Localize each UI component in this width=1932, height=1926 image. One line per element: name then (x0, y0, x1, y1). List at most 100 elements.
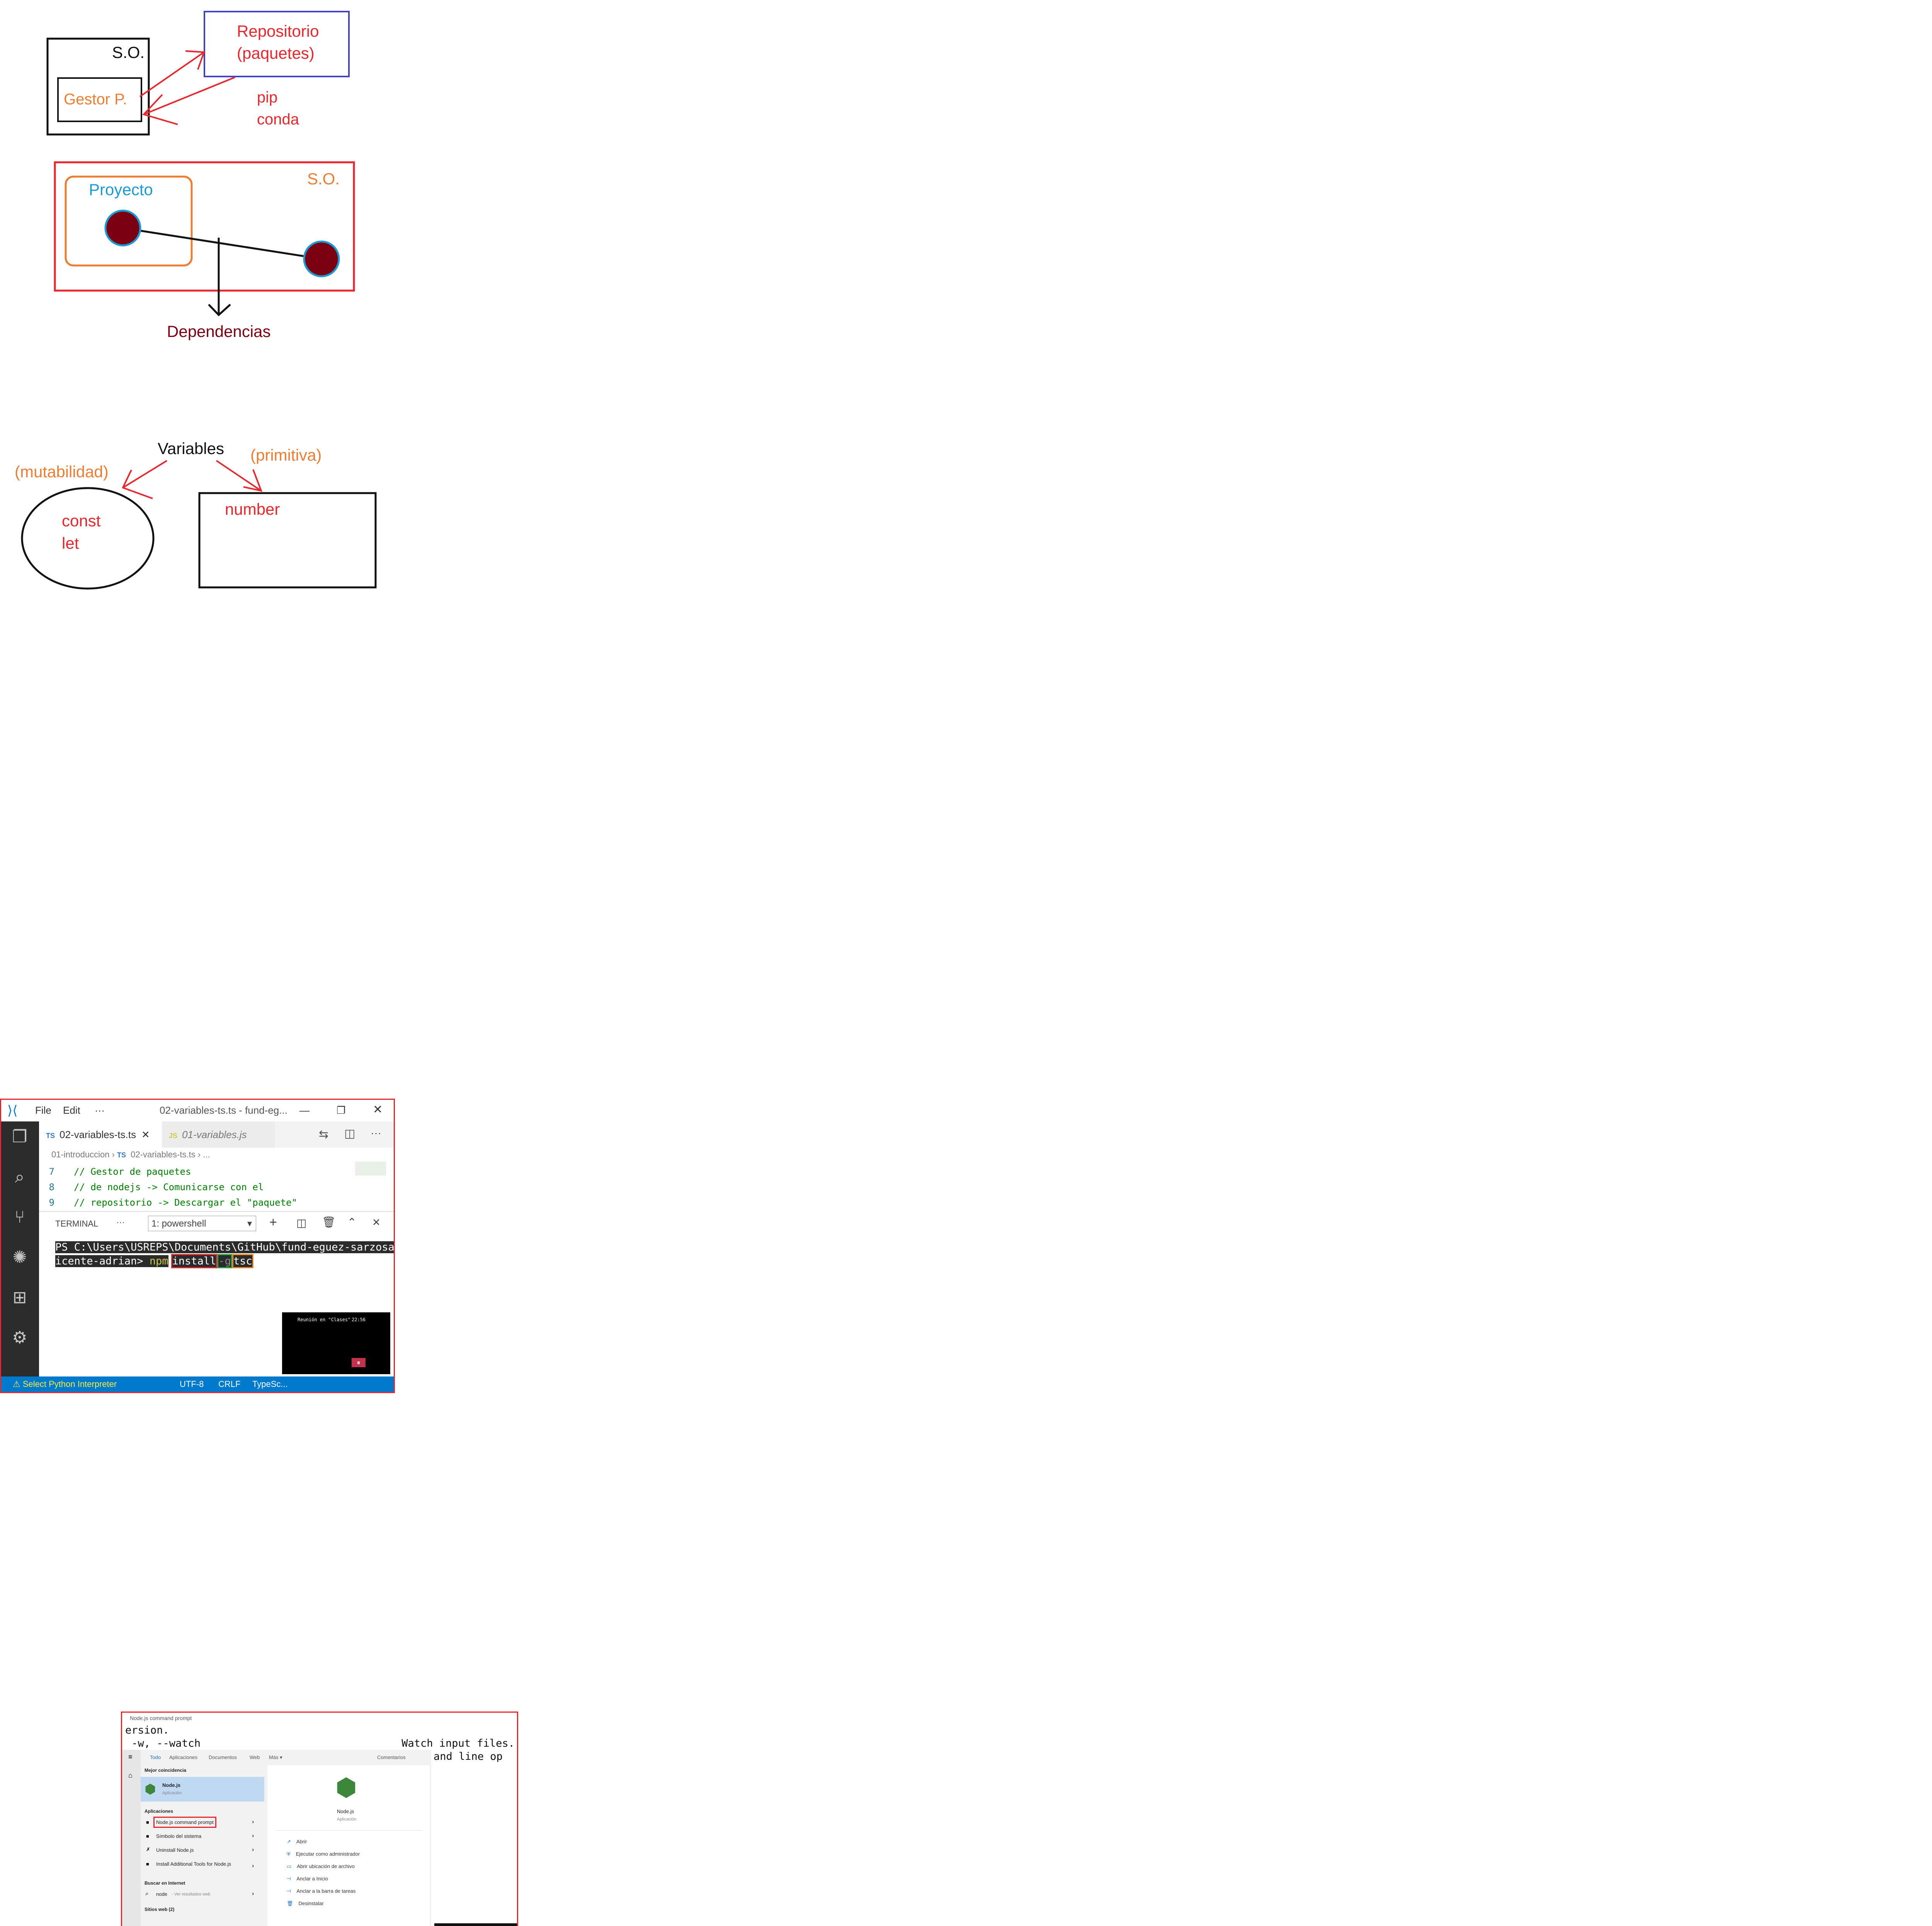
typescript-icon: TS (46, 1132, 55, 1140)
tab-02-variables-ts[interactable]: TS 02-variables-ts.ts ✕ (39, 1121, 162, 1148)
hang-up-icon[interactable]: ☎ (352, 1358, 366, 1367)
meeting-overlay: Reunión en "Clases" 22:56 ☎ (282, 1312, 390, 1374)
action-pin-taskbar[interactable]: ⊣ Anclar a la barra de tareas (287, 1888, 356, 1894)
split-editor-icon[interactable]: ◫ (344, 1127, 355, 1140)
trash-icon[interactable]: 🗑 (322, 1216, 336, 1228)
action-label: Desinstalar (298, 1900, 324, 1906)
close-panel-icon[interactable]: ✕ (372, 1217, 381, 1228)
let-label: let (62, 534, 79, 552)
search-tab-apps[interactable]: Aplicaciones (169, 1754, 197, 1760)
tab-close-icon[interactable]: ✕ (141, 1129, 150, 1140)
web-search-item[interactable]: ⌕ node - Ver resultados web › (141, 1889, 257, 1900)
explorer-icon[interactable]: ❐ (10, 1127, 30, 1147)
status-encoding[interactable]: UTF-8 (180, 1376, 204, 1392)
trash-icon: 🗑 (287, 1900, 293, 1906)
hamburger-menu-icon[interactable]: ≡ (128, 1753, 133, 1761)
console-icon: ■ (146, 1861, 149, 1867)
activity-bar: ❐ ⌕ ⑂ ✺ ⊞ ⚙ (1, 1121, 39, 1376)
split-terminal-icon[interactable]: ◫ (296, 1217, 306, 1229)
variables-label: Variables (158, 439, 224, 458)
console-icon: ■ (146, 1819, 149, 1825)
source-control-icon[interactable]: ⑂ (10, 1207, 30, 1227)
add-terminal-icon[interactable]: + (269, 1215, 277, 1230)
app-item-label: Node.js command prompt (153, 1817, 216, 1828)
cmd-output-line: and line op (434, 1751, 503, 1763)
best-match-item[interactable]: ⬢ Node.js Aplicación (141, 1777, 264, 1802)
action-label: Ejecutar como administrador (296, 1851, 360, 1857)
menu-more[interactable]: ··· (95, 1104, 105, 1116)
python-interpreter-label: Select Python Interpreter (22, 1379, 117, 1389)
folder-icon: ▭ (287, 1863, 292, 1869)
console-icon: ■ (146, 1833, 149, 1839)
meeting-title: Reunión en "Clases" (298, 1317, 351, 1322)
cmd-titlebar: Node.js command prompt (122, 1713, 517, 1724)
action-abrir[interactable]: ↗ Abrir (287, 1839, 307, 1845)
code-editor[interactable]: 7 // Gestor de paquetes 8 // de nodejs -> … (39, 1162, 394, 1211)
web-query: node (156, 1891, 167, 1897)
breadcrumb-file[interactable]: 02-variables-ts.ts (131, 1150, 196, 1159)
maximize-panel-icon[interactable]: ⌃ (347, 1216, 356, 1228)
restore-icon[interactable]: ❐ (337, 1104, 345, 1116)
action-label: Anclar a la barra de tareas (296, 1888, 356, 1894)
terminal-select[interactable]: 1: powershell ▾ (148, 1216, 256, 1231)
apps-heading: Aplicaciones (145, 1809, 173, 1814)
app-item-nodejs-command-prompt[interactable]: ■ Node.js command prompt › (141, 1817, 257, 1829)
app-item-label: Install Additional Tools for Node.js (156, 1861, 231, 1867)
app-item-install-tools[interactable]: ■ Install Additional Tools for Node.js › (141, 1859, 257, 1875)
tab-terminal[interactable]: TERMINAL (55, 1219, 98, 1229)
editor-tabs: TS 02-variables-ts.ts ✕ JS 01-variables.js … (39, 1121, 394, 1148)
feedback-link[interactable]: Comentarios (377, 1754, 406, 1760)
close-icon[interactable]: ✕ (373, 1103, 383, 1116)
action-run-as-admin[interactable]: ⛨ Ejecutar como administrador (287, 1851, 360, 1857)
panel-more-icon[interactable]: ··· (116, 1217, 125, 1227)
compare-icon[interactable]: ⇆ (319, 1128, 328, 1141)
tool-pip: pip (257, 89, 277, 106)
debug-icon[interactable]: ✺ (10, 1247, 30, 1268)
nodejs-hexagon-icon: ⬢ (335, 1773, 357, 1801)
search-tab-todo[interactable]: Todo (150, 1754, 161, 1760)
tab-01-variables-js[interactable]: JS 01-variables.js (162, 1121, 275, 1148)
line-number: 9 (49, 1197, 54, 1208)
terminal-line: PS C:\Users\USREPS\Documents\GitHub\fund… (55, 1241, 394, 1253)
status-eol[interactable]: CRLF (218, 1376, 240, 1392)
code-line: 9 // repositorio -> Descargar el "paquete… (39, 1195, 297, 1210)
minimap[interactable] (355, 1162, 386, 1176)
settings-gear-icon[interactable]: ⚙ (10, 1328, 30, 1348)
app-item-uninstall-nodejs[interactable]: ✗ Uninstall Node.js › (141, 1845, 257, 1856)
search-preview-pane: ⬢ Node.js Aplicación ↗ Abrir ⛨ Ejecutar co… (267, 1765, 430, 1926)
action-label: Anclar a Inicio (296, 1876, 328, 1882)
terminal[interactable]: PS C:\Users\USREPS\Documents\GitHub\fund… (39, 1236, 394, 1376)
pin-icon: ⊣ (287, 1876, 291, 1882)
cmd-output-line: ersion. (125, 1724, 169, 1736)
action-uninstall[interactable]: 🗑 Desinstalar (287, 1900, 324, 1907)
tab-label: 02-variables-ts.ts (60, 1129, 136, 1140)
status-language[interactable]: TypeSc... (252, 1376, 288, 1392)
search-icon[interactable]: ⌕ (10, 1167, 30, 1187)
extensions-icon[interactable]: ⊞ (10, 1288, 30, 1308)
search-icon: ⌕ (145, 1890, 149, 1897)
best-match-heading: Mejor coincidencia (145, 1768, 187, 1773)
action-pin-start[interactable]: ⊣ Anclar a Inicio (287, 1876, 328, 1882)
python-interpreter-button[interactable]: ⚠ Select Python Interpreter (13, 1376, 117, 1392)
minimize-icon[interactable]: — (299, 1104, 310, 1116)
more-actions-icon[interactable]: ··· (371, 1127, 381, 1139)
chevron-right-icon: › (252, 1832, 254, 1839)
menu-file[interactable]: File (35, 1104, 51, 1116)
menu-edit[interactable]: Edit (63, 1104, 80, 1116)
breadcrumb-more[interactable]: ... (203, 1150, 210, 1159)
home-icon[interactable]: ⌂ (128, 1771, 133, 1780)
action-label: Abrir (296, 1839, 307, 1844)
chevron-right-icon: › (112, 1150, 117, 1159)
search-tab-docs[interactable]: Documentos (209, 1754, 237, 1760)
terminal-flag: -g (217, 1254, 232, 1268)
breadcrumb-folder[interactable]: 01-introduccion (51, 1150, 109, 1159)
search-tab-more[interactable]: Más ▾ (269, 1754, 282, 1761)
app-item-simbolo-sistema[interactable]: ■ Símbolo del sistema › (141, 1831, 257, 1843)
action-open-location[interactable]: ▭ Abrir ubicación de archivo (287, 1863, 355, 1870)
terminal-line: icente-adrian> npm install -g tsc (55, 1254, 253, 1268)
code-text: // de nodejs -> Comunicarse con el (74, 1182, 264, 1193)
chevron-right-icon: › (252, 1819, 254, 1825)
status-bar: ⚠ Select Python Interpreter UTF-8 CRLF T… (1, 1376, 394, 1392)
chevron-right-icon: › (252, 1863, 254, 1869)
search-tab-web[interactable]: Web (250, 1754, 260, 1760)
